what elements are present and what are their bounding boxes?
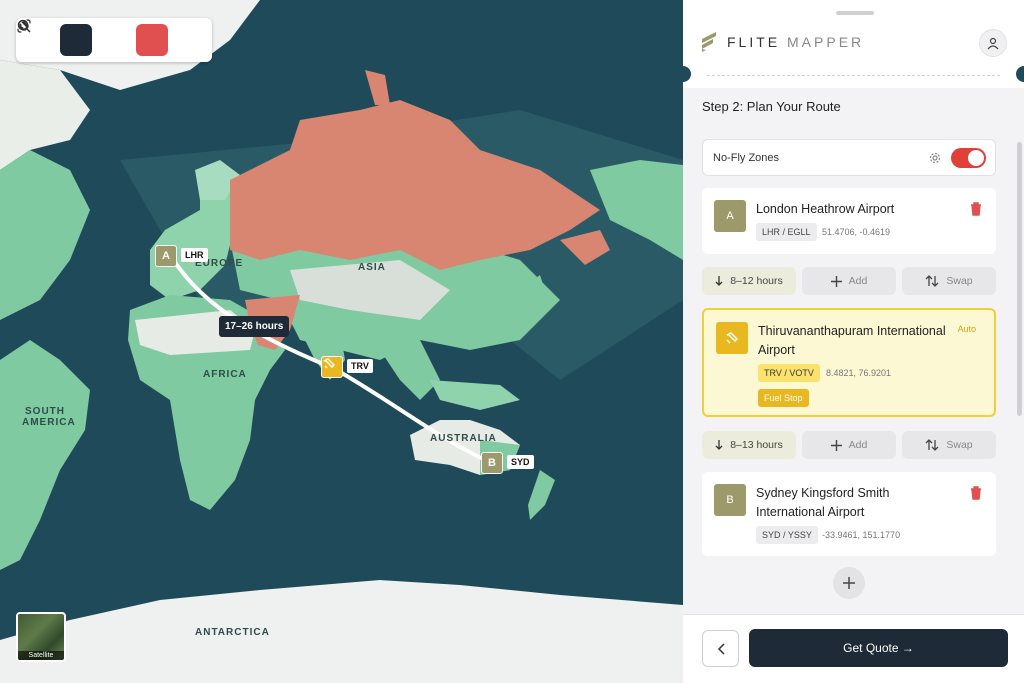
panel-scrollbar[interactable] (1017, 142, 1022, 416)
nofly-zones-label: No-Fly Zones (713, 152, 780, 164)
leg-2-swap-button[interactable]: Swap (902, 431, 996, 459)
gear-icon[interactable] (928, 151, 942, 165)
leg-1-add-label: Add (848, 275, 868, 287)
leg-1-duration-text: 8–12 hours (730, 275, 783, 287)
destination-codes: SYD / YSSY (756, 526, 818, 544)
search-icon (17, 19, 31, 33)
leg-1-add-button[interactable]: Add (802, 267, 896, 295)
leg-2-add-button[interactable]: Add (802, 431, 896, 459)
destination-map-marker[interactable]: B (481, 452, 503, 474)
origin-airport-name: London Heathrow Airport (756, 202, 895, 216)
leg-2-duration-text: 8–13 hours (730, 439, 783, 451)
stop-auto-label: Auto (957, 324, 976, 334)
ticket-notch-left (675, 66, 691, 82)
leg-2-duration: 8–13 hours (702, 431, 796, 459)
label-asia: ASIA (358, 262, 386, 273)
swap-icon (925, 275, 939, 287)
swap-icon (925, 439, 939, 451)
destination-coords: -33.9461, 151.1770 (822, 530, 901, 540)
fuel-stop-icon (323, 358, 335, 369)
leg-2-add-label: Add (848, 439, 868, 451)
add-stop-button[interactable] (833, 567, 865, 599)
brand-logo: FLITE MAPPER (701, 31, 864, 53)
stop-airport-card[interactable]: Thiruvananthapuram International Airport… (702, 308, 996, 417)
arrow-down-icon (715, 440, 723, 450)
map-toolbar (16, 18, 212, 62)
leg-2-swap-label: Swap (946, 439, 973, 451)
fuel-stop-icon (726, 332, 739, 344)
panel-footer: Get Quote → (683, 614, 1024, 683)
destination-map-tag: SYD (507, 455, 534, 469)
header-divider (707, 75, 1000, 76)
drag-handle[interactable] (836, 11, 874, 15)
pin-tool-button[interactable] (18, 19, 92, 56)
get-quote-button[interactable]: Get Quote → (749, 629, 1008, 667)
brand-name: FLITE MAPPER (727, 34, 864, 50)
chevron-left-icon (717, 642, 725, 655)
origin-codes: LHR / EGLL (756, 223, 817, 241)
origin-map-marker[interactable]: A (155, 245, 177, 267)
destination-airport-name: Sydney Kingsford Smith International Air… (756, 486, 890, 519)
leg-1-duration: 8–12 hours (702, 267, 796, 295)
stop-coords: 8.4821, 76.9201 (826, 368, 892, 378)
label-south-america: SOUTH AMERICA (22, 406, 76, 428)
destination-airport-card[interactable]: B Sydney Kingsford Smith International A… (702, 472, 996, 556)
leg-1-swap-button[interactable]: Swap (902, 267, 996, 295)
label-antarctica: ANTARCTICA (195, 627, 270, 638)
stop-codes: TRV / VOTV (758, 364, 820, 382)
no-fly-tool-button[interactable] (17, 19, 168, 56)
leg-2-actions: 8–13 hours Add Swap (702, 431, 996, 459)
stop-badge (716, 322, 748, 354)
user-profile-button[interactable] (979, 29, 1007, 57)
flitemapper-logo-icon (702, 32, 716, 52)
leg-1-swap-label: Swap (946, 275, 973, 287)
destination-badge: B (714, 484, 746, 516)
origin-badge: A (714, 200, 746, 232)
stop-map-tag: TRV (347, 359, 373, 373)
origin-airport-card[interactable]: A London Heathrow Airport LHR / EGLL 51.… (702, 188, 996, 254)
delete-destination-icon[interactable] (970, 486, 982, 500)
origin-coords: 51.4706, -0.4619 (822, 227, 891, 237)
brand-mapper: MAPPER (787, 34, 865, 50)
brand-flite: FLITE (727, 34, 781, 50)
world-map[interactable] (0, 0, 683, 683)
stop-airport-name: Thiruvananthapuram International Airport (758, 324, 946, 357)
panel-header: FLITE MAPPER (683, 0, 1024, 88)
plus-icon (830, 439, 842, 451)
leg-1-actions: 8–12 hours Add Swap (702, 267, 996, 295)
arrow-down-icon (715, 276, 723, 286)
delete-origin-icon[interactable] (970, 202, 982, 216)
stop-map-marker[interactable] (321, 356, 343, 378)
nofly-zones-row: No-Fly Zones (702, 139, 996, 176)
user-icon (987, 37, 999, 50)
satellite-layer-toggle[interactable]: Satellite (16, 612, 66, 662)
step-title: Step 2: Plan Your Route (702, 99, 841, 114)
label-australia: AUSTRALIA (430, 433, 497, 444)
back-button[interactable] (702, 630, 739, 667)
plus-icon (830, 275, 842, 287)
fuel-stop-tag: Fuel Stop (758, 389, 809, 407)
globe-tool-button[interactable] (18, 20, 130, 56)
route-panel: FLITE MAPPER Step 2: Plan Your Route No-… (675, 0, 1024, 683)
origin-map-tag: LHR (181, 248, 208, 262)
search-tool-button[interactable] (17, 19, 206, 56)
leg-duration-chip: 17–26 hours (219, 316, 290, 337)
plus-icon (843, 577, 855, 589)
satellite-label: Satellite (18, 651, 64, 660)
nofly-zones-toggle[interactable] (951, 148, 986, 168)
label-africa: AFRICA (203, 369, 247, 380)
